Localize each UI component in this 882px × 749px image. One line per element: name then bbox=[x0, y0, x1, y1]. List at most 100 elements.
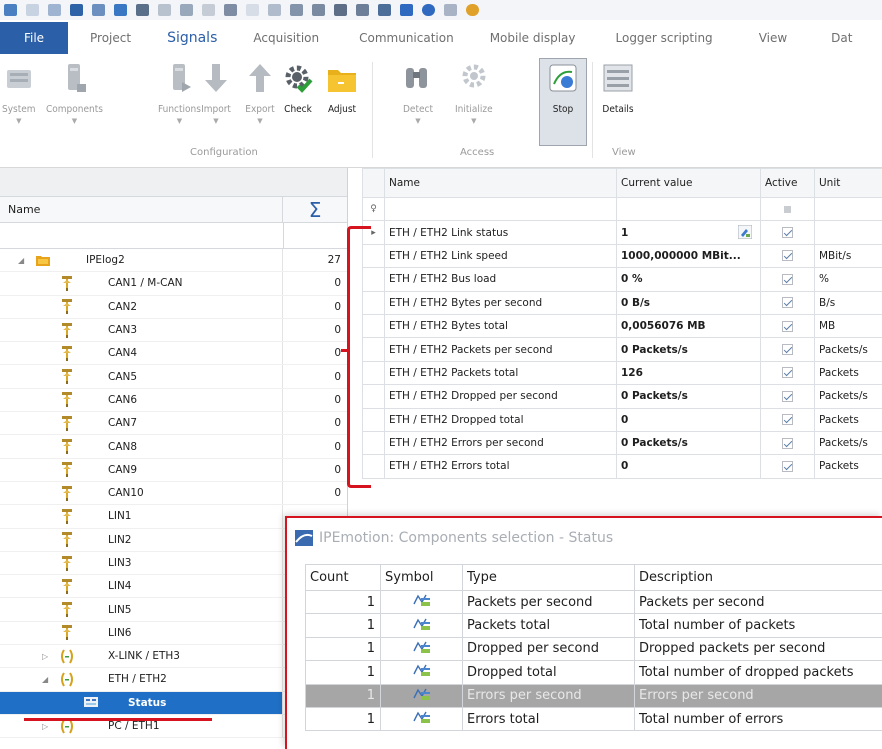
tab-communication[interactable]: Communication bbox=[359, 31, 454, 45]
tree-name-header[interactable]: Name bbox=[0, 197, 284, 222]
tree-row[interactable]: CAN3 0 bbox=[0, 318, 347, 343]
column-header-type[interactable]: Type bbox=[462, 564, 635, 591]
grid-row[interactable]: ETH / ETH2 Errors per second 0 Packets/s P… bbox=[362, 430, 882, 456]
grid-row[interactable]: ETH / ETH2 Bus load 0 %% bbox=[362, 267, 882, 292]
plug-icon[interactable] bbox=[356, 4, 369, 16]
tab-signals[interactable]: Signals bbox=[167, 30, 217, 46]
component-row[interactable]: 1 Dropped total Total number of dropped pa… bbox=[305, 660, 882, 685]
chart-icon[interactable] bbox=[92, 4, 105, 16]
active-checkbox[interactable] bbox=[782, 227, 793, 239]
component-row[interactable]: 1 Errors per second Errors per second bbox=[305, 683, 882, 708]
arrow-icon[interactable] bbox=[246, 4, 259, 16]
detect-button[interactable]: Detect ▼ bbox=[402, 60, 434, 125]
info-icon[interactable] bbox=[422, 4, 435, 16]
active-checkbox[interactable] bbox=[782, 273, 793, 285]
tree-row[interactable]: ◢ IPElog2 27 bbox=[0, 249, 347, 273]
active-checkbox[interactable] bbox=[782, 250, 793, 262]
calc-icon[interactable] bbox=[444, 4, 457, 16]
grid-row[interactable]: ETH / ETH2 Dropped total 0 Packets bbox=[362, 407, 882, 432]
grid-icon[interactable] bbox=[334, 4, 347, 16]
grid-row[interactable]: ETH / ETH2 Bytes total 0,0056076 MB MB bbox=[362, 313, 882, 339]
tree-row[interactable]: CAN8 0 bbox=[0, 435, 347, 459]
import-button[interactable]: Import ▼ bbox=[200, 60, 232, 125]
delete-icon[interactable] bbox=[224, 4, 237, 16]
tree-row[interactable]: CAN7 0 bbox=[0, 412, 347, 436]
expand-icon[interactable]: ▷ bbox=[42, 652, 48, 661]
details-button[interactable]: Details bbox=[602, 60, 634, 115]
tree-row[interactable]: CAN10 0 bbox=[0, 481, 347, 506]
initialize-button[interactable]: Initialize ▼ bbox=[455, 60, 493, 125]
grid-row[interactable]: ETH / ETH2 Dropped per second 0 Packets/s… bbox=[362, 384, 882, 409]
grid-row[interactable]: ETH / ETH2 Bytes per second 0 B/s B/s bbox=[362, 290, 882, 315]
tree-row[interactable]: CAN1 / M-CAN 0 bbox=[0, 272, 347, 296]
collapse-icon[interactable]: ◢ bbox=[18, 256, 24, 265]
tab-acquisition[interactable]: Acquisition bbox=[253, 31, 319, 45]
filter-icon[interactable]: ♀ bbox=[362, 196, 385, 222]
tab-logger-scripting[interactable]: Logger scripting bbox=[616, 31, 713, 45]
check-button[interactable]: Check bbox=[282, 60, 314, 115]
active-checkbox[interactable] bbox=[782, 414, 793, 426]
tree-row[interactable]: CAN4 0 bbox=[0, 342, 347, 366]
tab-view[interactable]: View bbox=[759, 31, 787, 45]
tree-row[interactable]: CAN6 0 bbox=[0, 388, 347, 413]
tab-mobile-display[interactable]: Mobile display bbox=[490, 31, 576, 45]
frame-icon[interactable] bbox=[268, 4, 281, 16]
print-icon[interactable] bbox=[136, 4, 149, 16]
grid-row[interactable]: ETH / ETH2 Errors total 0 Packets bbox=[362, 454, 882, 479]
filter-cell-name[interactable] bbox=[384, 196, 617, 222]
adjust-button[interactable]: Adjust bbox=[326, 60, 358, 115]
grid-row[interactable]: ETH / ETH2 Link speed 1000,000000 MBit...… bbox=[362, 243, 882, 269]
system-button[interactable]: System ▼ bbox=[2, 60, 36, 125]
save-icon[interactable] bbox=[70, 4, 83, 16]
active-checkbox[interactable] bbox=[782, 437, 793, 449]
active-checkbox[interactable] bbox=[782, 320, 793, 332]
active-checkbox[interactable] bbox=[782, 390, 793, 402]
edit-value-icon[interactable] bbox=[737, 224, 753, 240]
open-icon[interactable] bbox=[48, 4, 61, 16]
undo-icon[interactable] bbox=[4, 4, 17, 16]
column-header-count[interactable]: Count bbox=[305, 564, 381, 591]
tree-filter-row[interactable] bbox=[0, 223, 347, 249]
stop-button[interactable]: Stop bbox=[547, 60, 579, 115]
grid-row[interactable]: ETH / ETH2 Packets per second 0 Packets/s… bbox=[362, 337, 882, 362]
expand-icon[interactable]: ▷ bbox=[42, 722, 48, 731]
column-header-current-value[interactable]: Current value bbox=[616, 168, 761, 198]
tree-row[interactable]: CAN5 0 bbox=[0, 365, 347, 389]
sum-icon[interactable]: Σ bbox=[283, 198, 347, 222]
collapse-icon[interactable]: ◢ bbox=[42, 675, 48, 684]
column-header-symbol[interactable]: Symbol bbox=[380, 564, 463, 591]
grid-row[interactable]: ETH / ETH2 Packets total 126 Packets bbox=[362, 360, 882, 386]
column-header-unit[interactable]: Unit bbox=[814, 168, 882, 198]
network-icon[interactable] bbox=[400, 4, 413, 16]
filter-cell-value[interactable] bbox=[616, 196, 761, 222]
component-row[interactable]: 1 Dropped per second Dropped packets per s… bbox=[305, 636, 882, 662]
tab-project[interactable]: Project bbox=[90, 31, 131, 45]
tab-file[interactable]: File bbox=[0, 22, 68, 54]
filter-cell-active[interactable] bbox=[760, 196, 815, 222]
components-button[interactable]: Components ▼ bbox=[46, 60, 103, 125]
bell-icon[interactable] bbox=[378, 4, 391, 16]
component-row[interactable]: 1 Packets total Total number of packets bbox=[305, 613, 882, 638]
column-header-description[interactable]: Description bbox=[634, 564, 882, 591]
x-icon[interactable] bbox=[290, 4, 303, 16]
tab-data[interactable]: Dat bbox=[831, 31, 852, 45]
column-header-active[interactable]: Active bbox=[760, 168, 815, 198]
copy-icon[interactable] bbox=[180, 4, 193, 16]
cut-icon[interactable] bbox=[158, 4, 171, 16]
xx-icon[interactable] bbox=[312, 4, 325, 16]
column-header-name[interactable]: Name bbox=[384, 168, 617, 198]
smiley-icon[interactable] bbox=[466, 4, 479, 16]
new-icon[interactable] bbox=[26, 4, 39, 16]
grid-row[interactable]: ▸ ETH / ETH2 Link status 1 bbox=[362, 220, 882, 245]
export-button[interactable]: Export ▼ bbox=[244, 60, 276, 125]
tree-row[interactable]: CAN9 0 bbox=[0, 458, 347, 482]
active-checkbox[interactable] bbox=[782, 344, 793, 356]
table-icon[interactable] bbox=[114, 4, 127, 16]
filter-checkbox[interactable] bbox=[784, 205, 791, 213]
active-checkbox[interactable] bbox=[782, 297, 793, 309]
component-row[interactable]: 1 Errors total Total number of errors bbox=[305, 706, 882, 732]
tree-row[interactable]: CAN2 0 bbox=[0, 295, 347, 319]
component-row[interactable]: 1 Packets per second Packets per second bbox=[305, 589, 882, 615]
active-checkbox[interactable] bbox=[782, 367, 793, 379]
active-checkbox[interactable] bbox=[782, 460, 793, 472]
